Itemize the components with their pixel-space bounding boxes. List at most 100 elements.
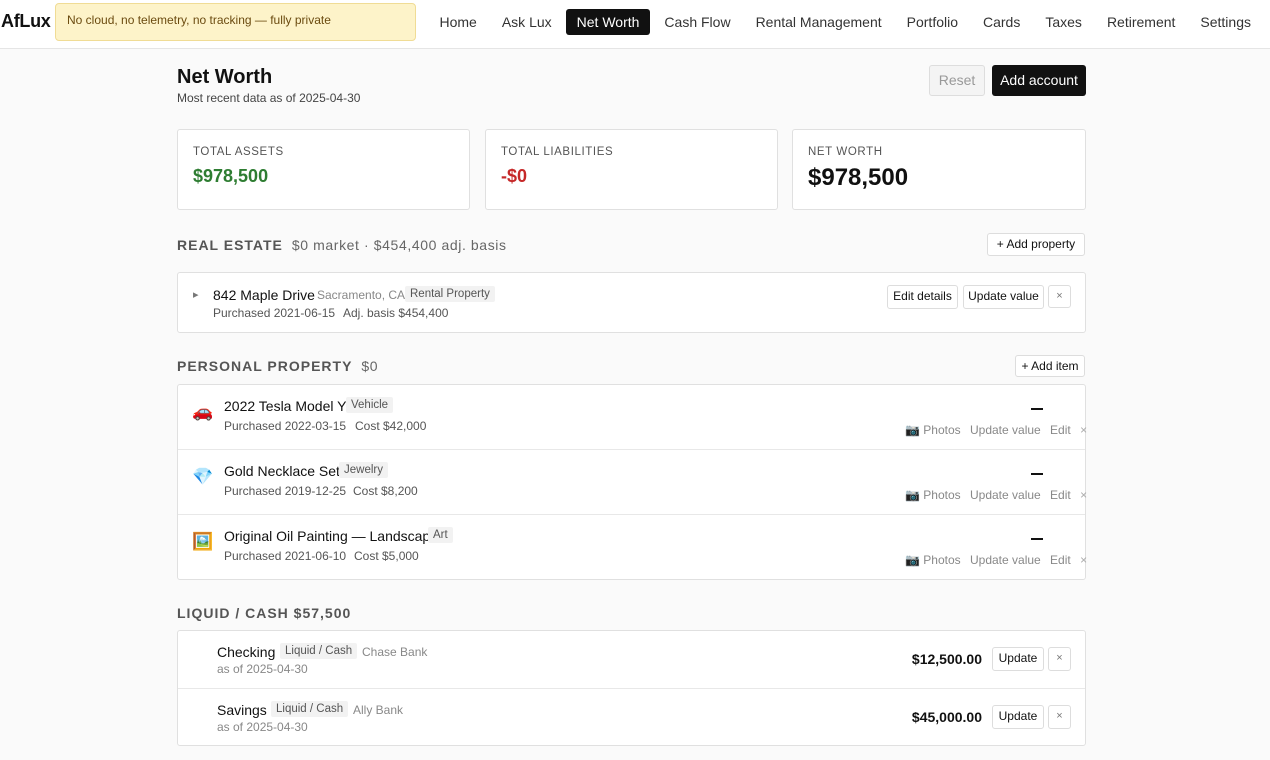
net-worth-value: $978,500 [808, 164, 909, 191]
total-liabilities-label: TOTAL LIABILITIES [501, 146, 614, 158]
item-category-badge: Art [428, 527, 453, 543]
update-account-button[interactable]: Update [992, 705, 1044, 729]
nav-net-worth[interactable]: Net Worth [565, 9, 651, 35]
photos-link[interactable]: 📷 Photos [905, 423, 961, 437]
car-icon: 🚗 [192, 402, 214, 421]
table-row[interactable]: Checking Liquid / Cash Chase Bank as of … [178, 631, 1085, 689]
item-value [1031, 473, 1043, 475]
privacy-banner: No cloud, no telemetry, no tracking — fu… [55, 3, 416, 41]
item-actions: 📷 Photos Update value Edit × [905, 423, 1087, 437]
item-cost: Cost $5,000 [354, 549, 419, 563]
photos-link[interactable]: 📷 Photos [905, 553, 961, 567]
remove-account-button[interactable]: × [1048, 647, 1071, 671]
nav-home[interactable]: Home [428, 9, 487, 35]
liquid-cash-heading: LIQUID / CASH $57,500 [177, 605, 351, 621]
top-nav-bar: AfLux No cloud, no telemetry, no trackin… [0, 0, 1270, 49]
item-purchased: Purchased 2019-12-25 [224, 484, 347, 498]
personal-property-total: $0 [361, 358, 379, 374]
main-nav: Home Ask Lux Net Worth Cash Flow Rental … [425, 9, 1262, 35]
nav-portfolio[interactable]: Portfolio [896, 9, 969, 35]
net-worth-card: NET WORTH $978,500 [792, 129, 1086, 210]
property-name: 842 Maple Drive [213, 287, 315, 303]
total-assets-value: $978,500 [193, 166, 269, 186]
expand-chevron-icon[interactable]: ▸ [193, 288, 199, 301]
item-cost: Cost $8,200 [353, 484, 418, 498]
nav-rental-management[interactable]: Rental Management [745, 9, 893, 35]
update-value-link[interactable]: Update value [970, 553, 1041, 567]
total-assets-label: TOTAL ASSETS [193, 146, 284, 158]
list-item[interactable]: 🖼️ Original Oil Painting — Landscape Art… [178, 515, 1087, 580]
net-worth-label: NET WORTH [808, 146, 883, 158]
add-account-button[interactable]: Add account [992, 65, 1086, 96]
item-purchased: Purchased 2022-03-15 [224, 419, 347, 433]
brand-logo[interactable]: AfLux [1, 11, 51, 32]
nav-taxes[interactable]: Taxes [1034, 9, 1093, 35]
item-category-badge: Jewelry [339, 462, 388, 478]
property-type-badge: Rental Property [405, 286, 495, 302]
account-type-badge: Liquid / Cash [271, 701, 349, 717]
account-name: Checking [217, 644, 276, 660]
edit-link[interactable]: Edit [1050, 423, 1071, 437]
account-amount: $45,000.00 [911, 709, 982, 725]
photos-link[interactable]: 📷 Photos [905, 488, 961, 502]
real-estate-summary: $0 market · $454,400 adj. basis [291, 237, 507, 253]
table-row[interactable]: Savings Liquid / Cash Ally Bank as of 20… [178, 689, 1085, 746]
total-assets-card: TOTAL ASSETS $978,500 [177, 129, 470, 210]
gem-icon: 💎 [192, 467, 214, 486]
remove-item-button[interactable]: × [1080, 423, 1087, 437]
real-estate-panel: ▸ 842 Maple Drive Sacramento, CA Rental … [177, 272, 1086, 333]
edit-details-button[interactable]: Edit details [887, 285, 958, 309]
list-item[interactable]: 🚗 2022 Tesla Model Y Vehicle Purchased 2… [178, 385, 1087, 450]
item-name: 2022 Tesla Model Y [224, 398, 347, 414]
update-value-button[interactable]: Update value [963, 285, 1044, 309]
property-purchased: Purchased 2021-06-15 [213, 306, 336, 320]
nav-cash-flow[interactable]: Cash Flow [653, 9, 741, 35]
item-cost: Cost $42,000 [355, 419, 427, 433]
account-asof: as of 2025-04-30 [217, 720, 308, 734]
list-item[interactable]: 💎 Gold Necklace Set Jewelry Purchased 20… [178, 450, 1087, 515]
item-category-badge: Vehicle [346, 397, 394, 413]
item-actions: 📷 Photos Update value Edit × [905, 488, 1087, 502]
edit-link[interactable]: Edit [1050, 553, 1071, 567]
add-item-button[interactable]: + Add item [1015, 355, 1085, 377]
item-purchased: Purchased 2021-06-10 [224, 549, 347, 563]
account-type-badge: Liquid / Cash [280, 643, 358, 659]
add-property-button[interactable]: + Add property [987, 233, 1085, 256]
remove-property-button[interactable]: × [1048, 285, 1071, 308]
reset-button[interactable]: Reset [929, 65, 985, 96]
item-name: Gold Necklace Set [224, 463, 340, 479]
nav-retirement[interactable]: Retirement [1096, 9, 1186, 35]
edit-link[interactable]: Edit [1050, 488, 1071, 502]
item-value [1031, 408, 1043, 410]
update-account-button[interactable]: Update [992, 647, 1044, 671]
liquid-cash-title: LIQUID / CASH $57,500 [177, 605, 352, 621]
remove-item-button[interactable]: × [1080, 488, 1087, 502]
total-liabilities-card: TOTAL LIABILITIES -$0 [485, 129, 778, 210]
personal-property-heading: PERSONAL PROPERTY $0 [177, 358, 378, 374]
personal-property-title: PERSONAL PROPERTY [177, 358, 353, 374]
nav-cards[interactable]: Cards [972, 9, 1031, 35]
page-title: Net Worth [177, 66, 273, 88]
remove-item-button[interactable]: × [1080, 553, 1087, 567]
account-institution: Chase Bank [362, 645, 428, 659]
account-name: Savings [217, 702, 267, 718]
nav-settings[interactable]: Settings [1189, 9, 1262, 35]
item-actions: 📷 Photos Update value Edit × [905, 553, 1087, 567]
total-liabilities-value: -$0 [501, 166, 528, 186]
account-institution: Ally Bank [353, 703, 404, 717]
update-value-link[interactable]: Update value [970, 423, 1041, 437]
item-value [1031, 538, 1043, 540]
real-estate-heading: REAL ESTATE $0 market · $454,400 adj. ba… [177, 237, 507, 253]
account-asof: as of 2025-04-30 [217, 662, 308, 676]
property-basis: Adj. basis $454,400 [343, 306, 449, 320]
property-location: Sacramento, CA [317, 288, 406, 302]
account-amount: $12,500.00 [911, 651, 982, 667]
item-name: Original Oil Painting — Landscape [224, 528, 439, 544]
nav-ask-lux[interactable]: Ask Lux [491, 9, 563, 35]
update-value-link[interactable]: Update value [970, 488, 1041, 502]
personal-property-panel: 🚗 2022 Tesla Model Y Vehicle Purchased 2… [177, 384, 1087, 580]
liquid-cash-panel: Checking Liquid / Cash Chase Bank as of … [177, 630, 1086, 746]
remove-account-button[interactable]: × [1048, 705, 1071, 729]
property-row[interactable]: ▸ 842 Maple Drive Sacramento, CA Rental … [178, 273, 1085, 332]
real-estate-title: REAL ESTATE [177, 237, 283, 253]
